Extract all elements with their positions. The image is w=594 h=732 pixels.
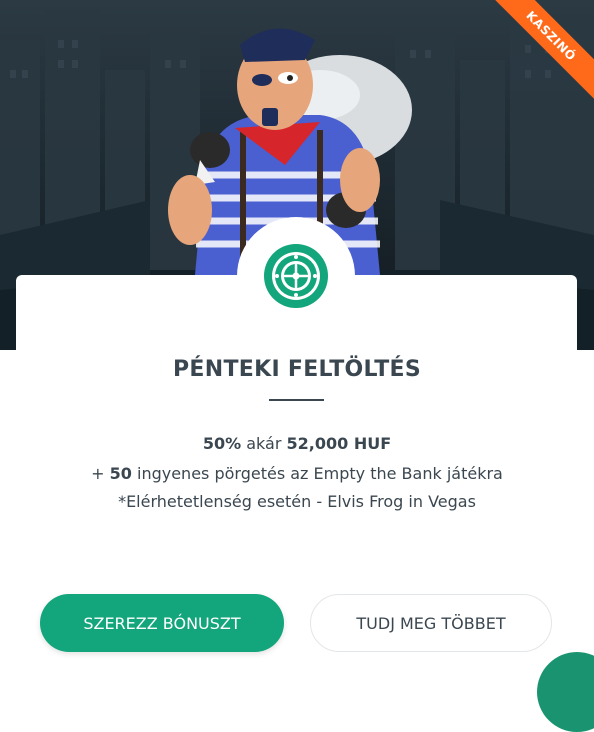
claim-bonus-label: SZEREZZ BÓNUSZT — [83, 613, 241, 633]
bonus-percent: 50% — [202, 434, 242, 453]
spins-prefix: + — [91, 464, 105, 483]
spins-text: ingyenes pörgetés az Empty the Bank játé… — [137, 464, 503, 483]
learn-more-label: TUDJ MEG TÖBBET — [356, 613, 506, 633]
learn-more-button[interactable]: TUDJ MEG TÖBBET — [310, 594, 552, 652]
title-divider — [269, 399, 324, 401]
claim-bonus-button[interactable]: SZEREZZ BÓNUSZT — [40, 594, 284, 652]
bonus-amount: 52,000 HUF — [286, 434, 392, 453]
bonus-amount-line: 50% akár 52,000 HUF — [0, 434, 594, 453]
promo-title: PÉNTEKI FELTÖLTÉS — [173, 357, 421, 382]
fallback-note: *Elérhetetlenség esetén - Elvis Frog in … — [118, 492, 476, 511]
roulette-wheel-icon — [264, 244, 328, 308]
bonus-upto-word: akár — [246, 434, 282, 453]
spins-count: 50 — [109, 464, 132, 483]
promo-badge — [237, 217, 355, 335]
free-spins-line: + 50 ingyenes pörgetés az Empty the Bank… — [0, 464, 594, 483]
